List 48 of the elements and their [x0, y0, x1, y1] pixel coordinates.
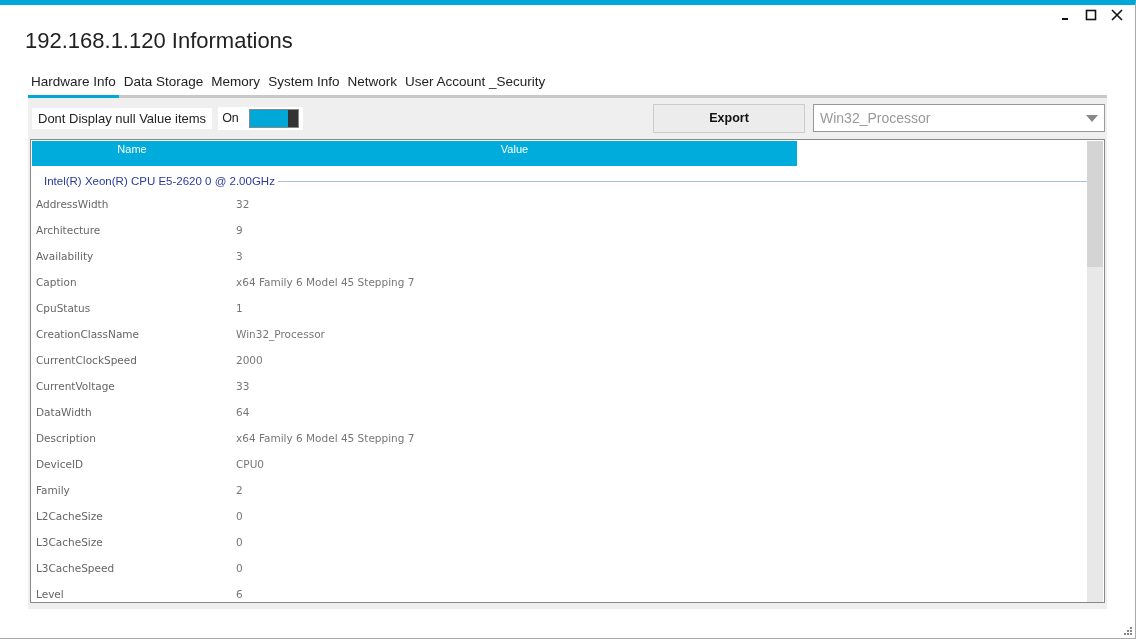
null-filter-label: Dont Display null Value items	[32, 107, 213, 129]
property-name: L3CacheSize	[36, 536, 104, 548]
close-icon[interactable]	[1111, 9, 1123, 21]
dropdown-caret-icon	[1086, 114, 1098, 122]
property-value: x64 Family 6 Model 45 Stepping 7	[236, 432, 416, 444]
property-value: 6	[236, 588, 244, 600]
property-name: Caption	[36, 276, 78, 288]
tab[interactable]: Network	[344, 74, 400, 98]
property-name: CreationClassName	[36, 328, 141, 340]
resize-grip-icon[interactable]	[1123, 626, 1132, 635]
property-value: x64 Family 6 Model 45 Stepping 7	[236, 276, 416, 288]
property-value: 2	[236, 484, 244, 496]
property-value: Win32_Processor	[236, 328, 326, 340]
toggle-state-text: On	[222, 111, 239, 125]
property-name: Architecture	[36, 224, 102, 236]
property-value: 64	[236, 406, 251, 418]
property-value: 0	[236, 510, 244, 522]
property-value: CPU0	[236, 458, 266, 470]
property-value: 9	[236, 224, 244, 236]
tab[interactable]: Memory	[208, 74, 264, 98]
property-value: 3	[236, 250, 244, 262]
property-name: L2CacheSize	[36, 510, 104, 522]
property-name: AddressWidth	[36, 198, 110, 210]
scrollbar[interactable]	[1087, 141, 1103, 602]
window-title: 192.168.1.120 Informations	[25, 28, 294, 55]
property-value: 0	[236, 536, 244, 548]
property-name: CurrentClockSpeed	[36, 354, 138, 366]
property-value: 0	[236, 562, 244, 574]
property-name: Availability	[36, 250, 95, 262]
tab[interactable]: Data Storage	[120, 74, 207, 98]
export-button[interactable]: Export	[653, 103, 805, 133]
property-value: 1	[236, 302, 244, 314]
property-name: L3CacheSpeed	[36, 562, 116, 574]
tab[interactable]: System Info	[265, 74, 343, 98]
property-value: 33	[236, 380, 251, 392]
toggle-switch[interactable]: On	[218, 106, 303, 130]
property-name: CurrentVoltage	[36, 380, 116, 392]
property-value: 2000	[236, 354, 264, 366]
property-value: 32	[236, 198, 251, 210]
property-name: DataWidth	[36, 406, 93, 418]
maximize-icon[interactable]	[1085, 9, 1097, 21]
property-name: DeviceID	[36, 458, 85, 470]
property-name: Description	[36, 432, 97, 444]
group-header[interactable]: Intel(R) Xeon(R) CPU E5-2620 0 @ 2.00GHz	[44, 175, 275, 187]
property-name: Level	[36, 588, 65, 600]
property-name: CpuStatus	[36, 302, 92, 314]
tab[interactable]: User Account _Security	[401, 74, 549, 98]
property-name: Family	[36, 484, 71, 496]
